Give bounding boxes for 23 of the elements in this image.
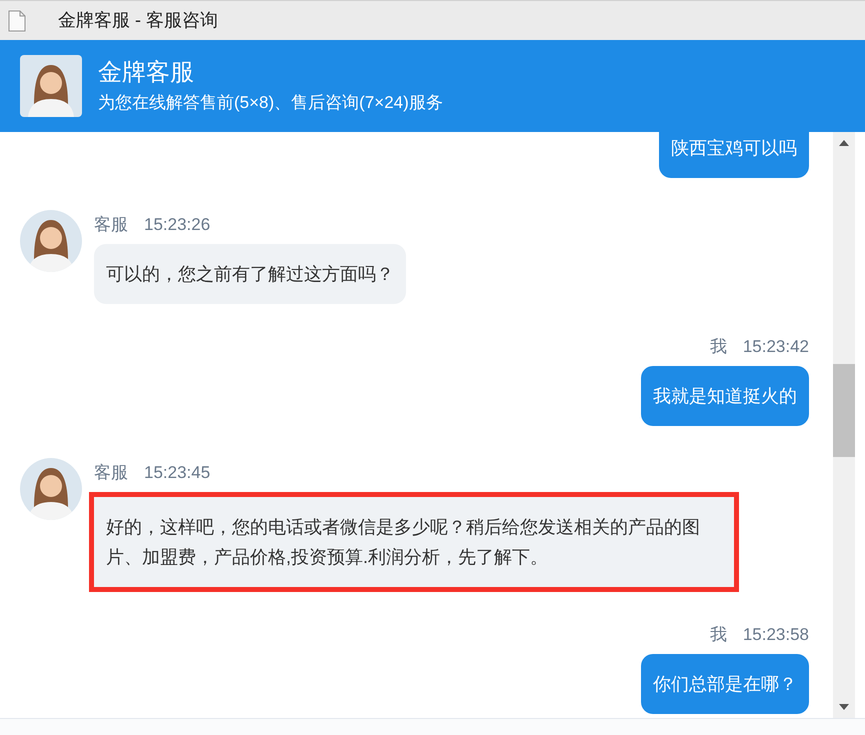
- document-icon: [8, 10, 26, 32]
- avatar: [20, 55, 82, 117]
- message-bubble: 好的，这样吧，您的电话或者微信是多少呢？稍后给您发送相关的产品的图片、加盟费，产品价格,投资预算.利润分析，先了解下。: [94, 497, 734, 587]
- message-time: 15:23:45: [144, 462, 210, 484]
- sender-name: 客服: [94, 462, 128, 484]
- message-time: 15:23:58: [742, 624, 809, 646]
- message-bubble: 陕西宝鸡可以吗: [659, 132, 809, 178]
- scroll-down-icon[interactable]: [839, 704, 849, 710]
- message-bubble: 可以的，您之前有了解过这方面吗？: [94, 244, 406, 304]
- service-hours: 为您在线解答售前(5×8)、售后咨询(7×24)服务: [98, 92, 443, 114]
- agent-name: 金牌客服: [98, 58, 195, 88]
- window-title: 金牌客服 - 客服咨询: [58, 9, 218, 32]
- scroll-up-icon[interactable]: [839, 140, 849, 146]
- sender-name: 我: [710, 336, 727, 358]
- scrollbar[interactable]: [833, 132, 855, 718]
- sender-name: 客服: [94, 214, 128, 236]
- sender-name: 我: [710, 624, 727, 646]
- message-bubble: 我就是知道挺火的: [641, 366, 809, 426]
- input-area[interactable]: [0, 718, 865, 735]
- message-bubble: 你们总部是在哪？: [641, 654, 809, 714]
- scrollbar-thumb[interactable]: [833, 364, 855, 457]
- message-time: 15:23:42: [742, 336, 809, 358]
- message-time: 15:23:26: [144, 214, 210, 236]
